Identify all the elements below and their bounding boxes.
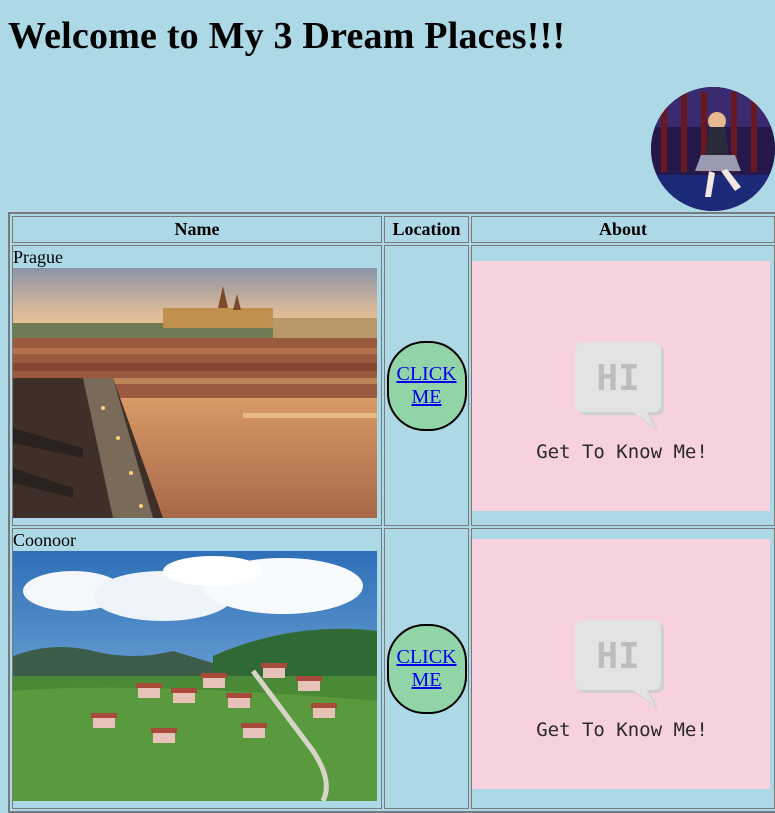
coonoor-photo (13, 551, 377, 801)
click-me-link[interactable]: CLICK ME (389, 646, 465, 692)
header-about: About (471, 216, 775, 243)
profile-avatar (651, 87, 775, 211)
hi-text: HI (596, 636, 639, 677)
get-to-know-me-image[interactable]: HI Get To Know Me! (472, 260, 770, 511)
get-to-know-me-text: Get To Know Me! (536, 441, 708, 463)
get-to-know-me-text: Get To Know Me! (536, 719, 708, 741)
location-cell: CLICK ME (384, 245, 469, 526)
hi-text: HI (596, 358, 639, 399)
name-cell: Coonoor (12, 528, 382, 809)
click-me-button[interactable]: CLICK ME (386, 623, 467, 714)
page-title: Welcome to My 3 Dream Places!!! (8, 15, 566, 57)
location-cell: CLICK ME (384, 528, 469, 809)
table-row: Prague CLICK ME HI Get To Know Me! (12, 245, 775, 526)
places-table: Name Location About Prague CLICK ME HI G… (8, 212, 775, 813)
name-cell: Prague (12, 245, 382, 526)
click-me-button[interactable]: CLICK ME (386, 340, 467, 431)
get-to-know-me-image[interactable]: HI Get To Know Me! (472, 539, 770, 789)
header-name: Name (12, 216, 382, 243)
table-row: Coonoor CLICK ME HI Get To Know Me! (12, 528, 775, 809)
prague-photo (13, 268, 377, 518)
header-location: Location (384, 216, 469, 243)
place-name-coonoor: Coonoor (13, 530, 76, 550)
about-cell: HI Get To Know Me! (471, 528, 775, 809)
table-header-row: Name Location About (12, 216, 775, 243)
place-name-prague: Prague (13, 247, 63, 267)
click-me-link[interactable]: CLICK ME (389, 363, 465, 409)
about-cell: HI Get To Know Me! (471, 245, 775, 526)
